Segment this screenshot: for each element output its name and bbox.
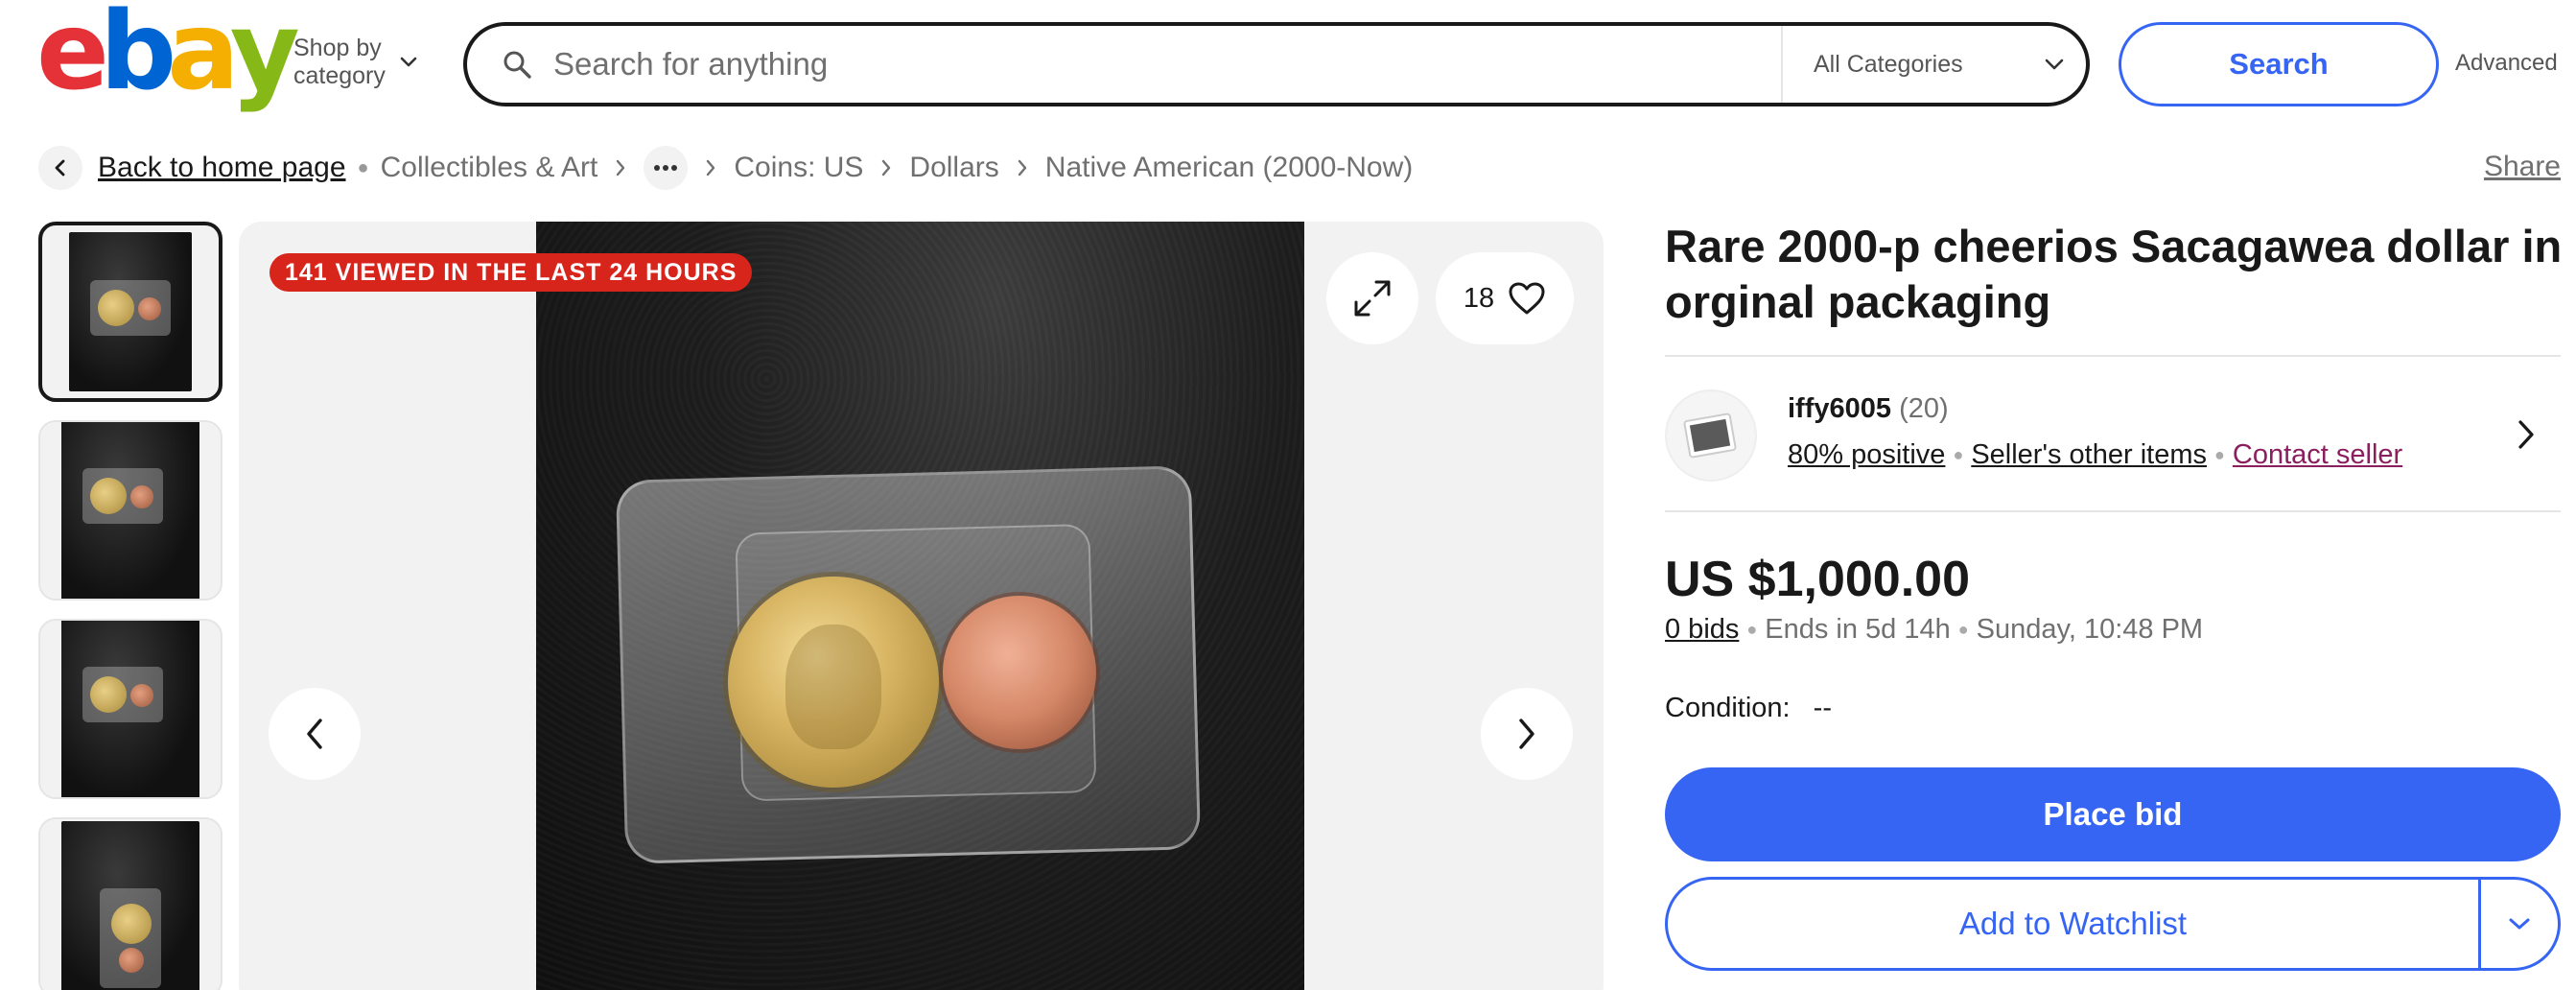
seller-positive-link[interactable]: 80% positive — [1788, 439, 1945, 471]
thumbnail-image — [61, 621, 199, 797]
expand-icon — [1354, 280, 1391, 317]
search-divider — [1781, 26, 1783, 103]
chevron-right-icon — [1017, 158, 1028, 177]
logo-letter-y: y — [229, 0, 300, 114]
advanced-search-link[interactable]: Advanced — [2455, 50, 2558, 77]
thumbnail-list — [38, 222, 222, 990]
thumbnail-4[interactable] — [38, 817, 222, 990]
end-time: Sunday, 10:48 PM — [1976, 614, 2204, 645]
breadcrumb-more-button[interactable] — [644, 146, 689, 190]
bid-info: 0 bids ● Ends in 5d 14h ● Sunday, 10:48 … — [1665, 614, 2203, 646]
chevron-down-icon — [2509, 918, 2530, 930]
separator-dot: ● — [1746, 620, 1758, 639]
thumbnail-image — [61, 821, 199, 990]
search-button[interactable]: Search — [2119, 22, 2439, 106]
seller-info: iffy6005 (20) — [1788, 393, 1949, 425]
condition: Condition: -- — [1665, 693, 1832, 724]
chevron-right-icon — [880, 158, 892, 177]
thumbnail-image — [61, 422, 199, 599]
watchlist-dropdown-button[interactable] — [2481, 880, 2558, 968]
seller-other-items-link[interactable]: Seller's other items — [1971, 439, 2207, 471]
expand-button[interactable] — [1326, 252, 1418, 344]
separator-dot: ● — [1953, 445, 1964, 464]
item-photo[interactable] — [536, 222, 1304, 990]
heart-icon — [1509, 282, 1545, 315]
back-button[interactable] — [38, 146, 82, 190]
breadcrumb-item-coins-us[interactable]: Coins: US — [734, 152, 863, 184]
breadcrumb-item-collectibles[interactable]: Collectibles & Art — [381, 152, 598, 184]
penny-coin — [943, 596, 1096, 749]
watchers-button[interactable]: 18 — [1436, 252, 1574, 344]
chevron-down-icon — [400, 57, 417, 67]
chevron-right-icon — [2518, 420, 2534, 449]
logo-letter-e: e — [36, 0, 109, 114]
chevron-right-icon — [1519, 719, 1534, 749]
condition-label: Condition: — [1665, 693, 1791, 723]
divider — [1665, 355, 2561, 357]
seller-details-button[interactable] — [2517, 418, 2536, 456]
chevron-right-icon — [705, 158, 716, 177]
thumbnail-2[interactable] — [38, 420, 222, 601]
share-link[interactable]: Share — [2484, 151, 2561, 183]
logo-letter-b: b — [99, 0, 176, 114]
thumbnail-3[interactable] — [38, 619, 222, 799]
sacagawea-dollar-coin — [728, 577, 939, 788]
seller-links: 80% positive ● Seller's other items ● Co… — [1788, 439, 2402, 471]
search-input[interactable] — [553, 46, 1704, 82]
shop-by-line2: category — [293, 62, 386, 89]
listing-title: Rare 2000-p cheerios Sacagawea dollar in… — [1665, 221, 2563, 327]
category-select[interactable]: All Categories — [1814, 26, 2082, 103]
seller-avatar[interactable] — [1665, 389, 1757, 482]
category-select-label: All Categories — [1814, 50, 1963, 78]
bids-link[interactable]: 0 bids — [1665, 614, 1739, 646]
chevron-right-icon — [615, 158, 626, 177]
back-to-home-link[interactable]: Back to home page — [98, 152, 346, 184]
search-bar: All Categories — [463, 22, 2090, 106]
more-dots-icon — [654, 165, 678, 171]
separator-dot: ● — [1957, 620, 1969, 639]
breadcrumb-dot: ● — [357, 156, 369, 178]
divider — [1665, 510, 2561, 512]
separator-dot: ● — [2214, 445, 2225, 464]
shop-by-line1: Shop by — [293, 35, 382, 61]
seller-feedback-count: (20) — [1899, 393, 1949, 424]
thumbnail-1[interactable] — [38, 222, 222, 402]
seller-name[interactable]: iffy6005 — [1788, 393, 1891, 424]
breadcrumb: Back to home page ● Collectibles & Art C… — [38, 144, 1413, 192]
chevron-left-icon — [55, 159, 65, 177]
logo-letter-a: a — [167, 0, 240, 114]
photo-placeholder-icon — [1683, 412, 1737, 459]
shop-by-label: Shop by category — [293, 35, 386, 90]
thumbnail-image — [69, 232, 192, 391]
condition-value: -- — [1813, 693, 1832, 723]
breadcrumb-item-dollars[interactable]: Dollars — [909, 152, 998, 184]
contact-seller-link[interactable]: Contact seller — [2233, 439, 2402, 471]
breadcrumb-item-native-american[interactable]: Native American (2000-Now) — [1045, 152, 1413, 184]
watchlist-control: Add to Watchlist — [1665, 877, 2561, 971]
item-price: US $1,000.00 — [1665, 552, 1971, 607]
ends-in: Ends in 5d 14h — [1765, 614, 1951, 645]
shop-by-category-button[interactable]: Shop by category — [293, 35, 418, 90]
chevron-left-icon — [307, 719, 322, 749]
watch-count: 18 — [1463, 282, 1495, 314]
next-image-button[interactable] — [1481, 688, 1573, 780]
add-to-watchlist-button[interactable]: Add to Watchlist — [1668, 906, 2478, 942]
ebay-logo[interactable]: e b a y — [36, 0, 300, 106]
place-bid-button[interactable]: Place bid — [1665, 767, 2561, 861]
chevron-down-icon — [2045, 59, 2064, 70]
search-icon — [498, 45, 536, 83]
previous-image-button[interactable] — [269, 688, 361, 780]
views-badge: 141 VIEWED IN THE LAST 24 HOURS — [269, 253, 753, 292]
main-image-gallery: 141 VIEWED IN THE LAST 24 HOURS 18 — [239, 222, 1604, 990]
